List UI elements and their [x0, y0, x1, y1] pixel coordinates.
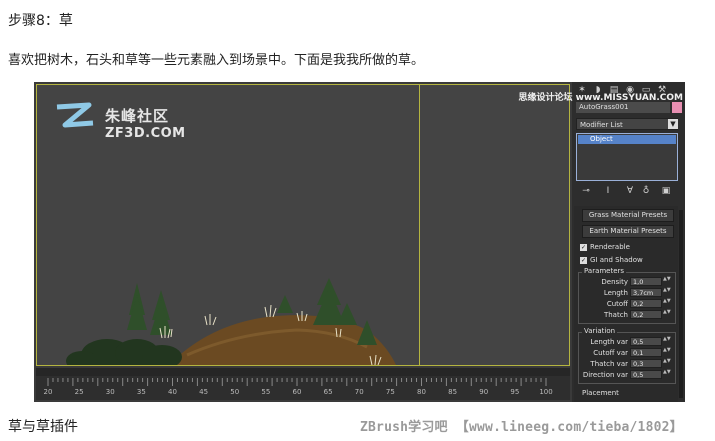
timeline-tick-label: 60 [292, 388, 302, 396]
param-row: Thatch 0,2 ▲▼ [574, 310, 678, 320]
timeline-tick-label: 95 [510, 388, 520, 396]
object-color-swatch[interactable] [672, 102, 682, 113]
gi-shadow-checkbox[interactable]: ✓ GI and Shadow [580, 256, 643, 264]
configure-icon[interactable]: ▣ [660, 185, 672, 197]
timeline-tick-label: 20 [43, 388, 53, 396]
timeline-tick-label: 55 [261, 388, 271, 396]
param-label: Thatch var [590, 360, 628, 368]
object-name-field[interactable]: AutoGrass001 [576, 102, 670, 113]
param-label: Density [601, 278, 628, 286]
modifier-toggle-icon[interactable]: ∀ [624, 185, 636, 197]
modifier-stack-icon[interactable]: Ⅰ [602, 185, 614, 197]
pin-icon[interactable]: ⊸ [580, 185, 592, 197]
spinner-arrows-icon[interactable]: ▲▼ [663, 370, 671, 379]
param-label: Length [603, 289, 628, 297]
earth-material-presets-button[interactable]: Earth Material Presets [582, 225, 674, 238]
timeline-tick-label: 35 [136, 388, 146, 396]
timeline-tick-label: 65 [323, 388, 333, 396]
bushes [66, 339, 182, 365]
param-value-field[interactable]: 0,2 [630, 310, 662, 319]
spinner-arrows-icon[interactable]: ▲▼ [663, 299, 671, 308]
source-watermark: ZBrush学习吧 【www.lineeg.com/tieba/1802】 [360, 420, 683, 435]
param-label: Length var [590, 338, 628, 346]
stack-item-object[interactable]: Object [578, 135, 676, 144]
param-value-field[interactable]: 0,3 [630, 359, 662, 368]
spinner-arrows-icon[interactable]: ▲▼ [663, 310, 671, 319]
param-row: Length 3,7cm ▲▼ [574, 288, 678, 298]
step-title: 步骤8：草 [8, 13, 73, 29]
timeline-tick-label: 75 [385, 388, 395, 396]
zf3d-logo: 朱峰社区 ZF3D.COM [53, 99, 185, 141]
checkmark-icon: ✓ [580, 243, 587, 251]
param-row: Thatch var 0,3 ▲▼ [574, 359, 678, 369]
param-value-field[interactable]: 0,5 [630, 337, 662, 346]
param-label: Cutoff var [593, 349, 628, 357]
perspective-viewport[interactable]: 朱峰社区 ZF3D.COM [36, 84, 570, 366]
timeline-tick-label: 45 [199, 388, 209, 396]
timeline-tick-label: 70 [354, 388, 364, 396]
spinner-arrows-icon[interactable]: ▲▼ [663, 348, 671, 357]
timeline-labels: 20 25 30 35 40 45 50 55 60 65 70 75 80 85 90 95 100 [36, 388, 570, 400]
param-row: Cutoff 0,2 ▲▼ [574, 299, 678, 309]
grass-material-presets-button[interactable]: Grass Material Presets [582, 209, 674, 222]
modifier-stack[interactable]: Object [576, 133, 678, 181]
timeline-tick-label: 50 [230, 388, 240, 396]
timeline-tick-label: 100 [539, 388, 553, 396]
timeline-tick-label: 25 [74, 388, 84, 396]
timeline[interactable]: 20 25 30 35 40 45 50 55 60 65 70 75 80 85 90 95 100 [36, 368, 570, 400]
parameters-label: Parameters [582, 267, 627, 275]
spinner-arrows-icon[interactable]: ▲▼ [663, 359, 671, 368]
placement-label: Placement [582, 389, 619, 397]
intro-paragraph: 喜欢把树木，石头和草等一些元素融入到场景中。下面是我我所做的草。 [8, 53, 425, 68]
timeline-tick-label: 40 [168, 388, 177, 396]
figure-caption: 草与草插件 [8, 419, 78, 435]
timeline-tick-label: 30 [105, 388, 115, 396]
variation-label: Variation [582, 327, 618, 335]
param-value-field[interactable]: 0,2 [630, 299, 662, 308]
rollout-scrollbar[interactable] [679, 210, 683, 398]
param-value-field[interactable]: 0,1 [630, 348, 662, 357]
spinner-arrows-icon[interactable]: ▲▼ [663, 288, 671, 297]
param-label: Direction var [582, 371, 628, 379]
timeline-ticks [47, 378, 547, 386]
chevron-down-icon[interactable]: ▼ [668, 119, 678, 129]
param-label: Cutoff [606, 300, 628, 308]
max-screenshot: 朱峰社区 ZF3D.COM 20 25 30 35 40 45 50 55 60 65 70 75 80… [34, 82, 685, 402]
param-row: Length var 0,5 ▲▼ [574, 337, 678, 347]
spinner-arrows-icon[interactable]: ▲▼ [663, 277, 671, 286]
param-row: Direction var 0,5 ▲▼ [574, 370, 678, 380]
zf3d-logo-mark-icon [56, 102, 94, 128]
stack-toolbar: ⊸ Ⅰ ∀ ♁ ▣ [580, 185, 678, 199]
timeline-tick-label: 90 [479, 388, 489, 396]
autograss-rollout: Grass Material Presets Earth Material Pr… [574, 206, 678, 402]
param-row: Cutoff var 0,1 ▲▼ [574, 348, 678, 358]
renderable-checkbox[interactable]: ✓ Renderable [580, 243, 630, 251]
remove-modifier-icon[interactable]: ♁ [640, 185, 652, 197]
param-value-field[interactable]: 0,5 [630, 370, 662, 379]
timeline-tick-label: 85 [448, 388, 458, 396]
param-value-field[interactable]: 3,7cm [630, 288, 662, 297]
logo-chinese-text: 朱峰社区 [105, 107, 170, 125]
command-panel: ✶ ◗ ▤ ◉ ▭ ⚒ 思缘设计论坛 www.MISSYUAN.COM Auto… [519, 82, 685, 402]
spinner-arrows-icon[interactable]: ▲▼ [663, 337, 671, 346]
checkmark-icon: ✓ [580, 256, 587, 264]
modifier-list-dropdown[interactable]: Modifier List [576, 118, 678, 130]
logo-english-text: ZF3D.COM [105, 126, 186, 141]
param-label: Thatch [603, 311, 628, 319]
timeline-tick-label: 80 [417, 388, 426, 396]
param-row: Density 1,0 ▲▼ [574, 277, 678, 287]
param-value-field[interactable]: 1,0 [630, 277, 662, 286]
